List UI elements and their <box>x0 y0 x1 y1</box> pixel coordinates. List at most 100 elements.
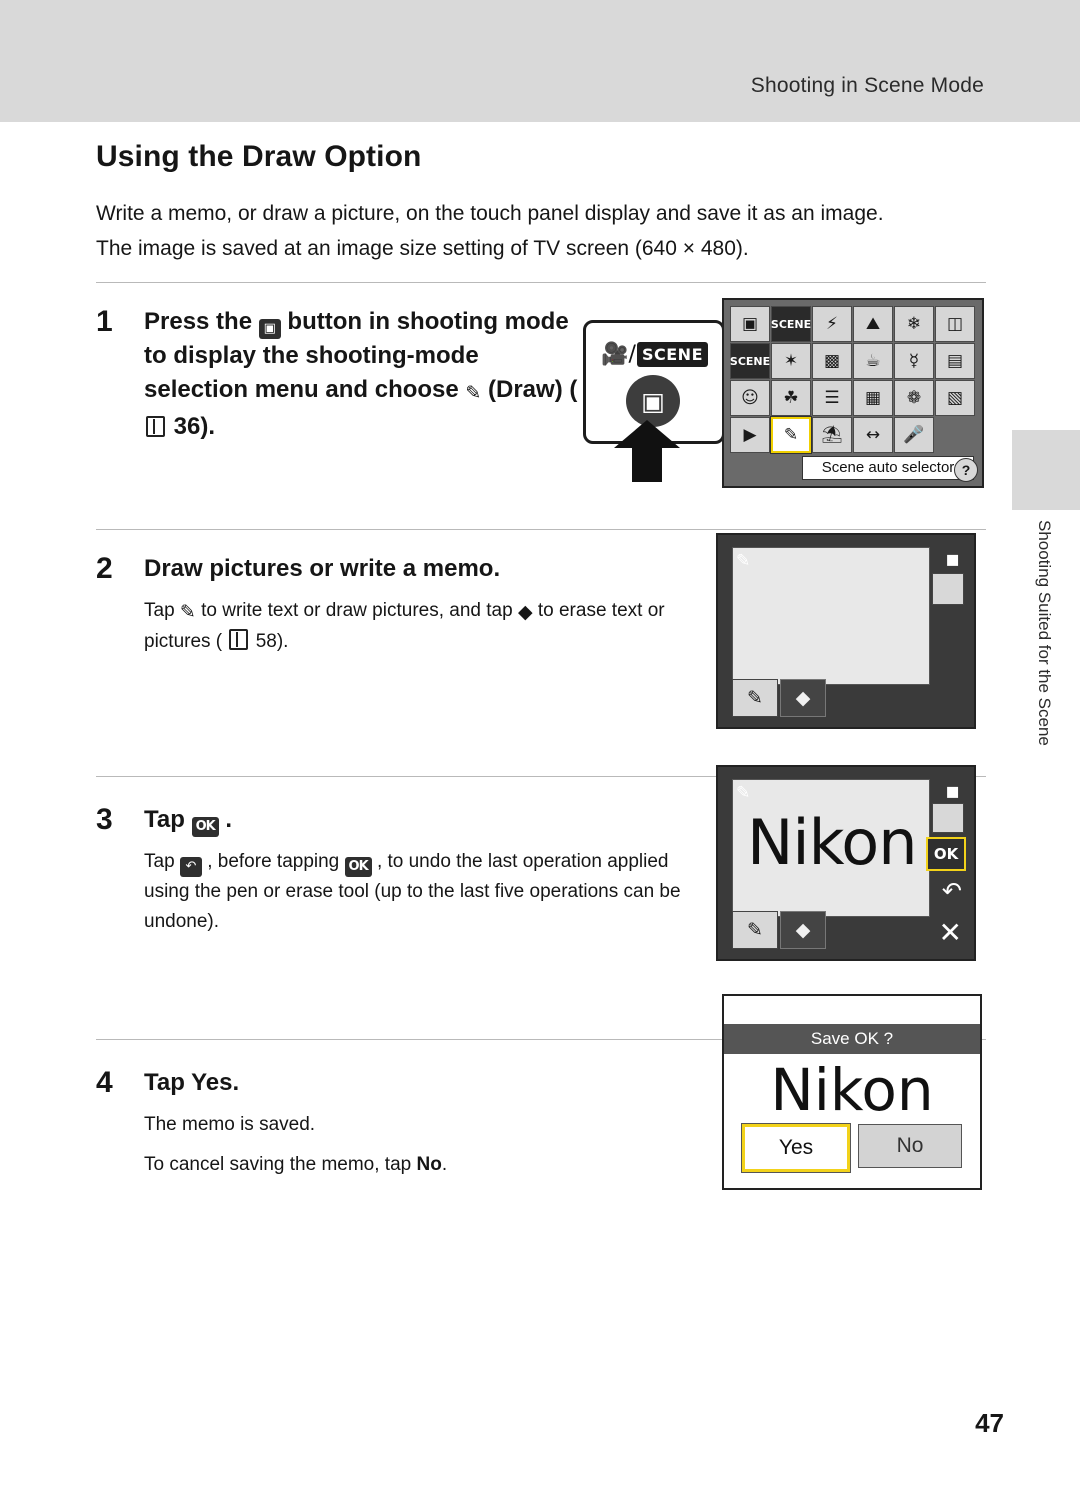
step-1-ref: 36). <box>173 413 216 440</box>
scene-cell[interactable]: ☺ <box>730 380 770 416</box>
scene-cell[interactable]: ▩ <box>812 343 852 379</box>
figure-draw-screen-nikon: Nikon ✎ ▪ OK ↶ ✕ ✎ ◆ <box>716 765 976 961</box>
draw-mode-icon: ✎ <box>736 551 751 571</box>
stop-square-icon[interactable] <box>932 573 964 605</box>
scene-cell[interactable]: ▧ <box>935 380 975 416</box>
draw-mode-icon: ✎ <box>736 783 751 803</box>
page-number: 47 <box>975 1408 1004 1438</box>
scene-cell[interactable]: ⛱ <box>812 417 852 453</box>
scene-cell[interactable]: ⛰ <box>853 306 893 342</box>
step-3-heading: Tap OK . <box>144 803 704 837</box>
step-3-text-a: Tap <box>144 851 175 872</box>
scene-cell[interactable]: ☿ <box>894 343 934 379</box>
step-4-number: 4 <box>96 1066 113 1099</box>
scene-cell-draw-selected[interactable]: ✎ <box>771 417 811 453</box>
scene-selected-label: Scene auto selector <box>802 456 974 480</box>
movie-scene-mode-icon: 🎥/ <box>601 341 636 367</box>
step-2-number: 2 <box>96 552 113 585</box>
step-4-text-before: Tap <box>144 1069 185 1096</box>
drawing-canvas[interactable] <box>732 547 930 685</box>
step-4-cancel-text-before: To cancel saving the memo, tap <box>144 1154 412 1175</box>
stop-square-icon[interactable] <box>932 803 964 833</box>
recording-dot-icon: ▪ <box>945 547 960 572</box>
step-3-description: Tap ↶ , before tapping OK , to undo the … <box>144 847 704 937</box>
close-x-icon[interactable]: ✕ <box>939 916 962 949</box>
dialog-button-row: Yes No <box>742 1124 962 1172</box>
eraser-tool-button[interactable]: ◆ <box>780 911 826 949</box>
help-icon[interactable]: ? <box>954 458 978 482</box>
dialog-title: Save OK ? <box>724 1024 980 1054</box>
running-title: Shooting in Scene Mode <box>750 74 984 97</box>
pen-icon: ✎ <box>179 601 196 623</box>
scene-cell[interactable]: SCENE <box>730 343 770 379</box>
ok-button-icon: OK <box>191 817 219 837</box>
scene-cell[interactable]: ☕ <box>853 343 893 379</box>
step-1-heading: Press the ▣ button in shooting mode to d… <box>144 305 584 444</box>
page-header-band <box>0 0 1080 122</box>
pen-tool-button[interactable]: ✎ <box>732 679 778 717</box>
step-1-text-before: Press the <box>144 308 253 335</box>
step-3-text-after: . <box>225 806 233 833</box>
undo-arrow-icon: ↶ <box>179 857 202 877</box>
step-2-text-b: to write text or draw pictures, and tap <box>201 600 513 621</box>
camera-icon: ▣ <box>641 386 665 416</box>
step-2-description: Tap ✎ to write text or draw pictures, an… <box>144 596 704 657</box>
step-4-no-label: No <box>416 1154 442 1175</box>
step-4-heading: Tap Yes. <box>144 1066 704 1100</box>
step-4-cancel-text-after: . <box>441 1154 448 1175</box>
figure-save-dialog: Save OK ? Nikon Yes No <box>722 994 982 1190</box>
drawing-canvas[interactable]: Nikon <box>732 779 930 917</box>
pen-tool-button[interactable]: ✎ <box>732 911 778 949</box>
scene-cell[interactable]: ☰ <box>812 380 852 416</box>
step-4-yes-label: Yes <box>191 1069 233 1096</box>
step-1-number: 1 <box>96 305 113 338</box>
manual-ref-icon <box>229 629 249 650</box>
scene-icon-grid: ▣ SCENE ⚡ ⛰ ❄ ◫ SCENE ✶ ▩ ☕ ☿ ▤ ☺ ☘ ☰ ▦ … <box>730 306 976 453</box>
scene-cell[interactable]: ↔ <box>853 417 893 453</box>
step-3-text-b: , before tapping <box>207 851 340 872</box>
scene-cell[interactable]: ▦ <box>853 380 893 416</box>
scene-cell[interactable]: ▣ <box>730 306 770 342</box>
intro-paragraph: Write a memo, or draw a picture, on the … <box>96 202 884 260</box>
undo-arrow-icon[interactable]: ↶ <box>942 877 962 905</box>
arrow-head <box>614 420 680 448</box>
scene-cell[interactable]: 🎤 <box>894 417 934 453</box>
yes-button[interactable]: Yes <box>742 1124 850 1172</box>
step-4-text-after: . <box>232 1069 240 1096</box>
divider <box>96 529 986 530</box>
scene-mode-label: SCENE <box>636 341 708 367</box>
scene-cell[interactable]: ❄ <box>894 306 934 342</box>
scene-cell[interactable]: ▤ <box>935 343 975 379</box>
no-button[interactable]: No <box>858 1124 962 1168</box>
recording-dot-icon: ▪ <box>945 779 960 804</box>
step-4-description-1: The memo is saved. <box>144 1114 316 1135</box>
dialog-drawing-text: Nikon <box>770 1056 934 1124</box>
step-3-number: 3 <box>96 803 113 836</box>
step-2-heading: Draw pictures or write a memo. <box>144 555 501 582</box>
scene-cell[interactable]: ❁ <box>894 380 934 416</box>
figure-scene-selection-menu: ▣ SCENE ⚡ ⛰ ❄ ◫ SCENE ✶ ▩ ☕ ☿ ▤ ☺ ☘ ☰ ▦ … <box>722 298 984 488</box>
step-4-description-2: To cancel saving the memo, tap No. <box>144 1150 704 1180</box>
scene-cell[interactable]: ◫ <box>935 306 975 342</box>
step-3-text-before: Tap <box>144 806 185 833</box>
step-1-text-after: (Draw) ( <box>488 376 578 403</box>
divider <box>96 282 986 283</box>
camera-mode-icon: ▣ <box>258 319 281 339</box>
page-title: Using the Draw Option <box>96 140 422 173</box>
eraser-tool-button[interactable]: ◆ <box>780 679 826 717</box>
step-2-ref: 58). <box>255 631 289 652</box>
scene-cell[interactable]: ▶ <box>730 417 770 453</box>
scene-cell[interactable]: ☘ <box>771 380 811 416</box>
figure-draw-screen-blank: ✎ ▪ ✎ ◆ <box>716 533 976 729</box>
ok-button[interactable]: OK <box>926 837 966 871</box>
arrow-shaft <box>632 442 662 482</box>
side-tab-marker <box>1012 430 1080 510</box>
eraser-icon: ◆ <box>517 601 533 623</box>
scene-cell[interactable]: ✶ <box>771 343 811 379</box>
canvas-drawing-text: Nikon <box>747 806 918 879</box>
ok-button-icon: OK <box>344 857 372 877</box>
scene-cell[interactable]: ⚡ <box>812 306 852 342</box>
side-tab-label: Shooting Suited for the Scene <box>1035 520 1054 746</box>
manual-ref-icon <box>146 416 165 437</box>
scene-cell[interactable]: SCENE <box>771 306 811 342</box>
